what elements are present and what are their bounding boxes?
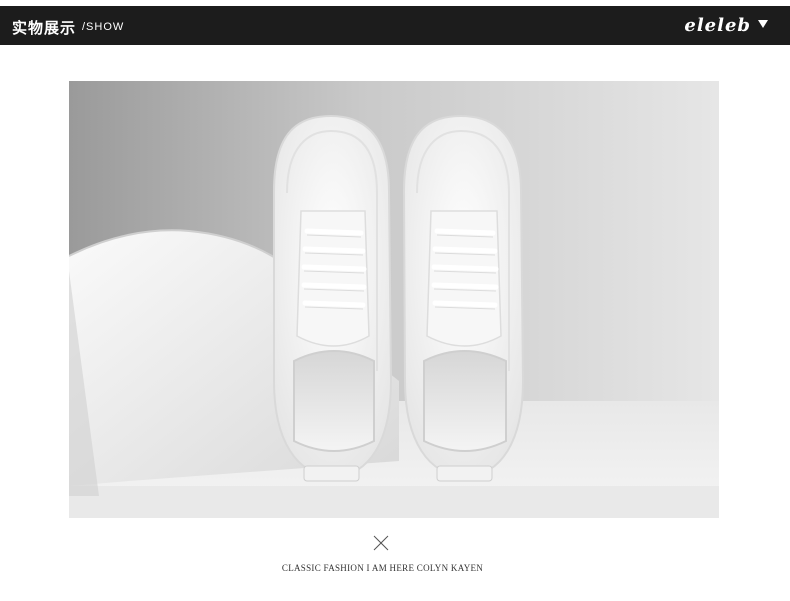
product-photo — [69, 81, 719, 518]
triangle-down-icon[interactable] — [758, 20, 768, 28]
section-header: 实物展示 /SHOW eleleb — [0, 6, 790, 45]
brand-logo[interactable]: eleleb — [684, 15, 751, 36]
sneakers-illustration — [69, 81, 719, 518]
section-title: 实物展示 — [12, 19, 77, 37]
right-shoe — [402, 114, 525, 482]
left-shoe — [273, 114, 393, 482]
x-cross-icon — [373, 535, 389, 551]
section-subtitle: /SHOW — [82, 21, 125, 33]
caption-text: CLASSIC FASHION I AM HERE COLYN KAYEN — [281, 563, 484, 573]
